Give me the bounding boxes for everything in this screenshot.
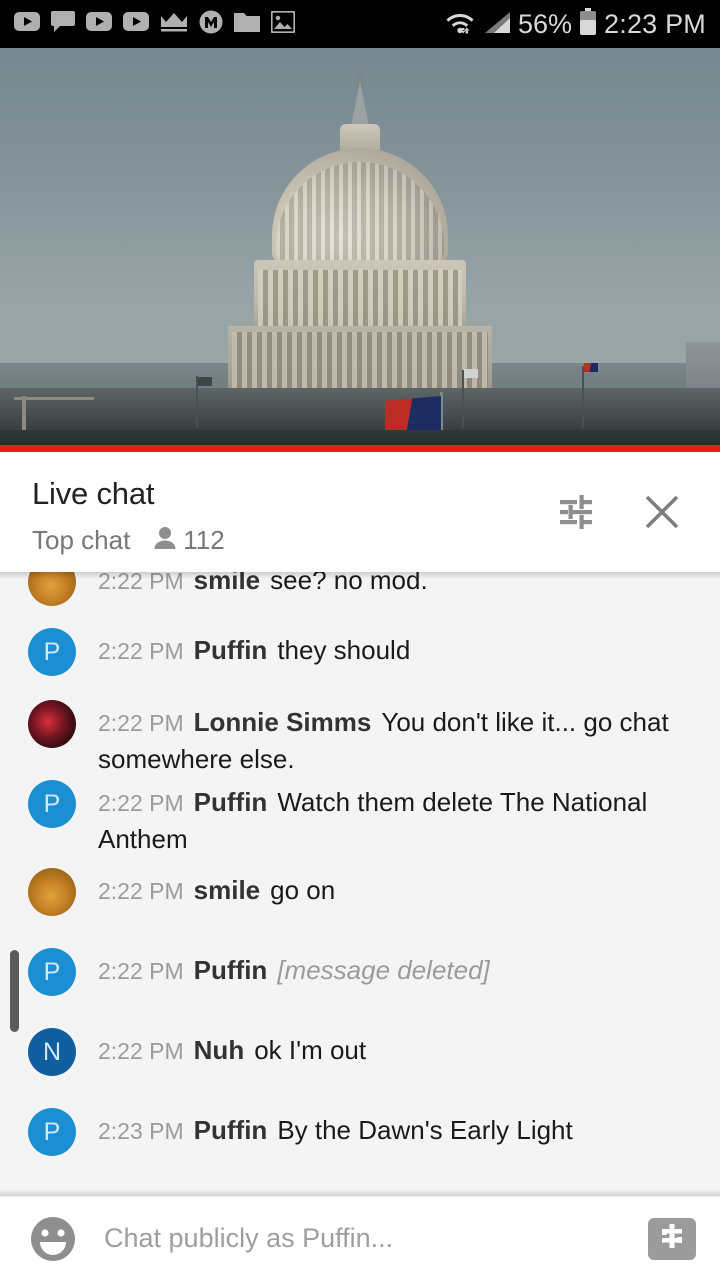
chat-message-time: 2:22 PM — [98, 790, 184, 816]
crane-arm — [14, 397, 94, 400]
status-bar-notification-icons — [14, 9, 296, 39]
folder-icon — [234, 11, 260, 37]
close-chat-button[interactable] — [640, 492, 684, 536]
image-icon — [270, 9, 296, 38]
chat-message[interactable]: P 2:22 PM Puffin [message deleted] — [0, 948, 720, 996]
flag-center — [464, 369, 478, 378]
chat-bubble-icon — [51, 10, 75, 38]
chat-message-author[interactable]: Puffin — [194, 955, 268, 985]
chat-message-author[interactable]: Puffin — [194, 635, 268, 665]
chat-subheader: Top chat 112 — [32, 525, 554, 556]
status-bar-system-icons: 56% 2:23 PM — [445, 7, 706, 41]
chat-message-body: 2:22 PM Lonnie Simms You don't like it... … — [98, 700, 702, 777]
chat-message-time: 2:22 PM — [98, 710, 184, 736]
avatar-letter: P — [28, 1108, 76, 1156]
chat-header-actions — [554, 492, 698, 536]
chat-message[interactable]: N 2:22 PM Nuh ok I'm out — [0, 1028, 720, 1076]
android-status-bar: 56% 2:23 PM — [0, 0, 720, 48]
chat-message-author[interactable]: Puffin — [194, 1115, 268, 1145]
chat-message[interactable]: P 2:22 PM Puffin Watch them delete The Nati… — [0, 780, 720, 857]
video-player[interactable] — [0, 48, 720, 452]
flag-left — [198, 377, 212, 386]
chat-message-text: [message deleted] — [277, 955, 490, 985]
chat-message-list[interactable]: 2:22 PM smile see? no mod. P 2:22 PM Puffin th… — [0, 572, 720, 1196]
tune-icon — [556, 492, 596, 537]
chat-message-author[interactable]: Lonnie Simms — [194, 707, 372, 737]
chat-message-time: 2:22 PM — [98, 1038, 184, 1064]
chat-input[interactable] — [104, 1223, 648, 1254]
page-title: Live chat — [32, 476, 155, 511]
chat-message-text: go on — [270, 875, 336, 905]
youtube-live-chat-screen: 56% 2:23 PM Live chat Top chat 112 2:22 … — [0, 0, 720, 1280]
chat-message-author[interactable]: smile — [194, 572, 261, 595]
avatar-letter: P — [28, 948, 76, 996]
chat-message-body: 2:22 PM Nuh ok I'm out — [98, 1028, 702, 1076]
cellular-signal-icon — [483, 9, 511, 40]
chat-input-bar — [0, 1196, 720, 1280]
avatar-photo — [28, 868, 76, 916]
chat-message-time: 2:22 PM — [98, 878, 184, 904]
chat-message-body: 2:22 PM Puffin Watch them delete The Natio… — [98, 780, 702, 857]
avatar-letter: P — [28, 628, 76, 676]
chat-message[interactable]: 2:22 PM smile see? no mod. — [0, 572, 720, 606]
viewer-count-label: 112 — [183, 525, 225, 555]
avatar-letter: P — [28, 780, 76, 828]
person-icon — [154, 526, 176, 555]
flagpole-center — [462, 370, 464, 428]
chat-message-author[interactable]: Puffin — [194, 787, 268, 817]
close-icon — [642, 492, 682, 537]
chat-mode-label[interactable]: Top chat — [32, 525, 130, 556]
avatar-letter: N — [28, 1028, 76, 1076]
chat-message-author[interactable]: smile — [194, 875, 261, 905]
chat-scrollbar-thumb[interactable] — [10, 950, 19, 1032]
flag-right — [584, 363, 598, 372]
chat-message-body: 2:23 PM Puffin By the Dawn's Early Light — [98, 1108, 702, 1156]
chat-message-text: see? no mod. — [270, 572, 428, 595]
status-bar-clock: 2:23 PM — [604, 8, 706, 39]
viewer-count: 112 — [154, 525, 225, 556]
wifi-icon — [445, 9, 476, 40]
chat-message-text: ok I'm out — [254, 1035, 367, 1065]
dollar-sign-icon — [658, 1222, 686, 1255]
flagpole-right — [582, 366, 584, 428]
live-chat-header: Live chat Top chat 112 — [0, 452, 720, 572]
chat-message-time: 2:22 PM — [98, 572, 184, 594]
youtube-play-icon — [123, 12, 149, 36]
battery-icon — [579, 7, 597, 41]
live-chat-header-text: Live chat Top chat 112 — [32, 478, 554, 556]
chat-message-author[interactable]: Nuh — [194, 1035, 245, 1065]
video-progress-bar[interactable] — [0, 445, 720, 452]
chat-message-time: 2:22 PM — [98, 958, 184, 984]
capitol-building-image — [210, 70, 510, 412]
m-circle-icon — [199, 10, 223, 39]
chat-message-time: 2:23 PM — [98, 1118, 184, 1144]
chat-message-text: they should — [277, 635, 411, 665]
super-chat-button[interactable] — [648, 1217, 696, 1260]
chat-message-time: 2:22 PM — [98, 638, 184, 664]
chat-message[interactable]: 2:22 PM smile go on — [0, 868, 720, 916]
chat-message[interactable]: P 2:22 PM Puffin they should — [0, 628, 720, 676]
avatar-photo — [28, 700, 76, 748]
chat-message-body: 2:22 PM smile see? no mod. — [98, 572, 702, 606]
avatar-photo — [28, 572, 76, 606]
youtube-play-icon — [86, 12, 112, 36]
chat-message[interactable]: 2:22 PM Lonnie Simms You don't like it... … — [0, 700, 720, 777]
crown-icon — [160, 11, 188, 37]
chat-message[interactable]: P 2:23 PM Puffin By the Dawn's Early Light — [0, 1108, 720, 1156]
chat-message-body: 2:22 PM Puffin they should — [98, 628, 702, 676]
battery-percent-label: 56% — [518, 8, 573, 39]
roofline — [0, 388, 720, 434]
emoji-smiley-icon[interactable] — [28, 1214, 78, 1264]
chat-message-body: 2:22 PM smile go on — [98, 868, 702, 916]
youtube-play-icon — [14, 12, 40, 36]
chat-message-text: By the Dawn's Early Light — [277, 1115, 573, 1145]
chat-settings-button[interactable] — [554, 492, 598, 536]
chat-message-body: 2:22 PM Puffin [message deleted] — [98, 948, 702, 996]
